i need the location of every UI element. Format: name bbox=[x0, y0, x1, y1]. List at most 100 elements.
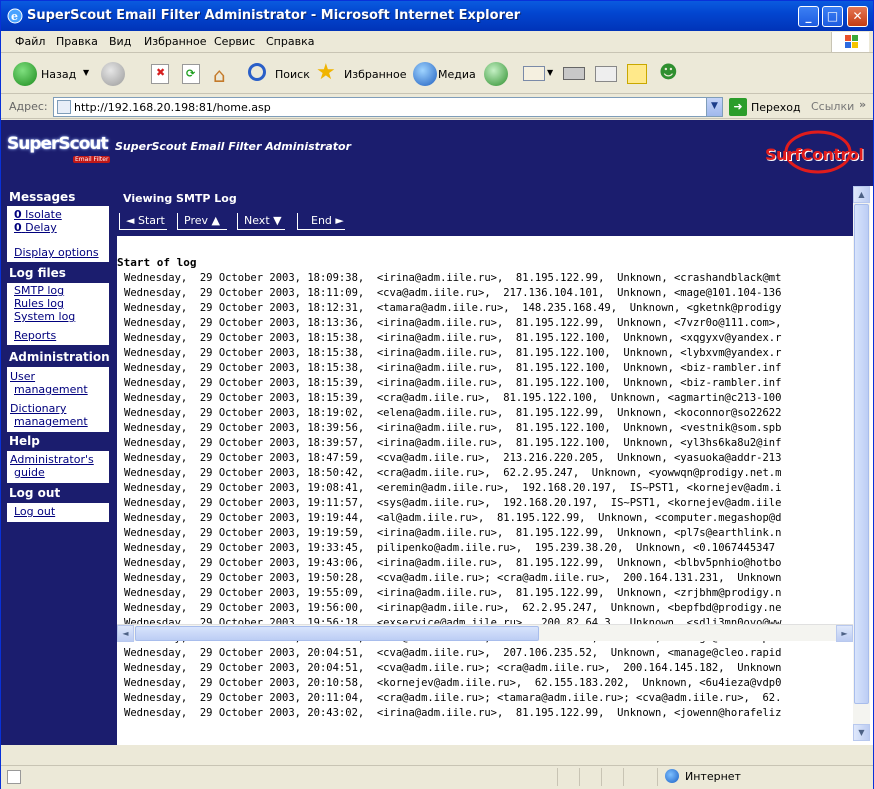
title-bar[interactable]: e SuperScout Email Filter Administrator … bbox=[1, 1, 873, 31]
triangle-up-icon: ▲ bbox=[211, 214, 220, 227]
isolate-link[interactable]: 0 Isolate bbox=[14, 208, 62, 221]
delay-link[interactable]: 0 Delay bbox=[14, 221, 57, 234]
favorites-button[interactable]: ★ Избранное bbox=[316, 60, 406, 88]
log-line: Wednesday, 29 October 2003, 18:50:42, <c… bbox=[124, 467, 782, 479]
page-icon bbox=[57, 100, 71, 114]
log-line: Wednesday, 29 October 2003, 19:08:41, <e… bbox=[124, 482, 782, 494]
mail-button[interactable]: ▼ bbox=[521, 60, 555, 88]
horizontal-scroll-thumb[interactable] bbox=[135, 626, 539, 641]
printer-icon bbox=[563, 67, 585, 80]
log-line: Wednesday, 29 October 2003, 19:19:44, <a… bbox=[124, 512, 782, 524]
section-administration: Administration bbox=[9, 350, 110, 364]
maximize-button[interactable]: □ bbox=[822, 6, 843, 27]
address-label: Адрес: bbox=[9, 100, 48, 113]
toolbar: Назад ▼ ✖ ⟳ ⌂ Поиск ★ Избранное Медиа ▼ … bbox=[1, 54, 873, 94]
search-button[interactable]: Поиск bbox=[246, 60, 310, 88]
globe-icon bbox=[665, 769, 679, 783]
status-cell bbox=[557, 768, 579, 786]
stop-button[interactable]: ✖ bbox=[149, 60, 173, 88]
media-icon bbox=[413, 62, 437, 86]
home-icon: ⌂ bbox=[213, 63, 226, 87]
section-log-out: Log out bbox=[9, 486, 61, 500]
menu-file[interactable]: Файл bbox=[15, 35, 45, 48]
go-button[interactable]: ➜ Переход bbox=[729, 98, 801, 116]
chevron-down-icon[interactable]: ▼ bbox=[83, 68, 89, 77]
scroll-up-icon[interactable]: ▲ bbox=[853, 186, 870, 203]
scroll-thumb[interactable] bbox=[854, 204, 869, 704]
menu-tools[interactable]: Сервис bbox=[214, 35, 255, 48]
messenger-button[interactable]: ☻ bbox=[657, 60, 683, 88]
administrators-guide-link[interactable]: Administrator's guide bbox=[10, 453, 94, 479]
end-button[interactable]: End ► bbox=[297, 213, 345, 230]
stop-icon: ✖ bbox=[151, 64, 169, 84]
scroll-down-icon[interactable]: ▼ bbox=[853, 724, 870, 741]
smtp-log-link[interactable]: SMTP log bbox=[14, 284, 64, 297]
refresh-icon: ⟳ bbox=[182, 64, 200, 84]
next-button[interactable]: Next ▼ bbox=[237, 213, 285, 230]
sidebar-footer bbox=[1, 741, 117, 745]
system-log-link[interactable]: System log bbox=[14, 310, 75, 323]
scroll-left-icon[interactable]: ◄ bbox=[117, 625, 134, 642]
home-button[interactable]: ⌂ bbox=[211, 60, 239, 88]
user-management-link[interactable]: User management bbox=[10, 370, 88, 396]
log-line: Wednesday, 29 October 2003, 18:11:09, <c… bbox=[124, 287, 782, 299]
triangle-down-icon: ▼ bbox=[273, 214, 282, 227]
log-body: Start of log Wednesday, 29 October 2003,… bbox=[117, 236, 853, 730]
vertical-scrollbar[interactable]: ▲ ▼ bbox=[853, 186, 870, 741]
address-input[interactable]: http://192.168.20.198:81/home.asp ▼ bbox=[53, 97, 723, 117]
media-button[interactable]: Медиа bbox=[411, 60, 476, 88]
log-line: Wednesday, 29 October 2003, 18:47:59, <c… bbox=[124, 452, 782, 464]
history-icon bbox=[484, 62, 508, 86]
log-lines: Wednesday, 29 October 2003, 18:09:38, <i… bbox=[124, 271, 781, 721]
page-status-icon bbox=[7, 770, 21, 784]
log-line: Wednesday, 29 October 2003, 18:39:56, <i… bbox=[124, 422, 782, 434]
discuss-button[interactable] bbox=[625, 60, 651, 88]
back-arrow-icon bbox=[13, 62, 37, 86]
log-line: Wednesday, 29 October 2003, 20:10:58, <k… bbox=[124, 677, 782, 689]
messages-panel: 0 Isolate 0 Delay Display options bbox=[7, 206, 109, 262]
menu-favorites[interactable]: Избранное bbox=[144, 35, 206, 48]
prev-button[interactable]: Prev ▲ bbox=[177, 213, 227, 230]
log-line: Wednesday, 29 October 2003, 20:43:02, <i… bbox=[124, 707, 782, 719]
menu-bar: Файл Правка Вид Избранное Сервис Справка bbox=[1, 31, 873, 53]
menu-view[interactable]: Вид bbox=[109, 35, 131, 48]
close-button[interactable]: ✕ bbox=[847, 6, 868, 27]
menu-help[interactable]: Справка bbox=[266, 35, 314, 48]
horizontal-scrollbar[interactable]: ◄ ► bbox=[117, 624, 853, 642]
page-content: SuperScout Email Filter SuperScout Email… bbox=[1, 120, 873, 745]
log-line: Wednesday, 29 October 2003, 18:09:38, <i… bbox=[124, 272, 782, 284]
log-line: Wednesday, 29 October 2003, 19:33:45, pi… bbox=[124, 542, 776, 554]
refresh-button[interactable]: ⟳ bbox=[180, 60, 204, 88]
start-of-log-label: Start of log bbox=[117, 256, 197, 269]
browser-window: e SuperScout Email Filter Administrator … bbox=[0, 0, 874, 789]
log-line: Wednesday, 29 October 2003, 18:15:38, <i… bbox=[124, 347, 782, 359]
dictionary-management-link[interactable]: Dictionary management bbox=[10, 402, 88, 428]
address-bar: Адрес: http://192.168.20.198:81/home.asp… bbox=[1, 95, 873, 119]
log-line: Wednesday, 29 October 2003, 18:15:39, <i… bbox=[124, 377, 782, 389]
forward-button[interactable] bbox=[99, 60, 141, 88]
edit-button[interactable] bbox=[593, 60, 619, 88]
log-header: Viewing SMTP Log ◄ Start Prev ▲ Next ▼ E… bbox=[117, 186, 853, 236]
reports-link[interactable]: Reports bbox=[14, 329, 56, 342]
print-button[interactable] bbox=[561, 60, 587, 88]
start-button[interactable]: ◄ Start bbox=[119, 213, 167, 230]
history-button[interactable] bbox=[483, 60, 509, 88]
display-options-link[interactable]: Display options bbox=[14, 246, 99, 259]
triangle-right-icon: ► bbox=[335, 214, 344, 227]
rules-log-link[interactable]: Rules log bbox=[14, 297, 64, 310]
edit-icon bbox=[595, 66, 617, 82]
links-button[interactable]: Ссылки bbox=[811, 100, 854, 113]
menu-edit[interactable]: Правка bbox=[56, 35, 98, 48]
minimize-button[interactable]: _ bbox=[798, 6, 819, 27]
log-line: Wednesday, 29 October 2003, 20:04:51, <c… bbox=[124, 662, 782, 674]
status-cell bbox=[623, 768, 645, 786]
chevron-down-icon[interactable]: ▼ bbox=[706, 98, 722, 116]
back-button[interactable]: Назад ▼ bbox=[9, 60, 95, 88]
status-cell bbox=[579, 768, 601, 786]
address-url: http://192.168.20.198:81/home.asp bbox=[74, 101, 271, 114]
log-out-link[interactable]: Log out bbox=[14, 505, 55, 518]
chevron-right-icon[interactable]: » bbox=[859, 98, 866, 111]
scroll-right-icon[interactable]: ► bbox=[836, 625, 853, 642]
log-line: Wednesday, 29 October 2003, 18:15:39, <c… bbox=[124, 392, 782, 404]
mail-icon bbox=[523, 66, 545, 81]
